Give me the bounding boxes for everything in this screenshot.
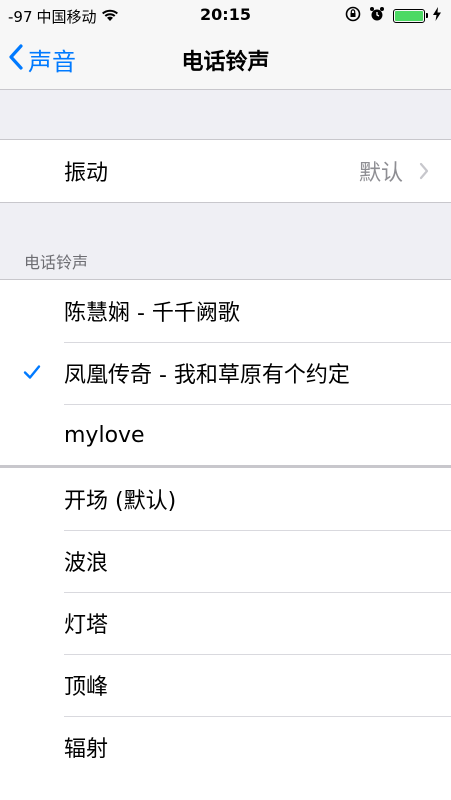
vibration-group: 振动 默认: [0, 139, 451, 203]
vibration-cell[interactable]: 振动 默认: [0, 140, 451, 202]
ringtone-label: 灯塔: [64, 613, 109, 638]
ringtone-label: 辐射: [64, 737, 109, 762]
battery-level: [395, 11, 423, 21]
ringtone-item[interactable]: 波浪: [0, 530, 451, 592]
ringtone-label: mylove: [64, 422, 145, 448]
rotation-lock-icon: [345, 6, 361, 26]
battery-icon: [393, 9, 428, 23]
vibration-label: 振动: [64, 161, 109, 186]
navigation-bar: 声音 电话铃声: [0, 30, 451, 90]
ringtone-section-header: 电话铃声: [24, 253, 89, 272]
status-bar: -97 中国移动 20:15: [0, 0, 451, 30]
charging-icon: [433, 7, 441, 25]
ringtone-label: 陈慧娴 - 千千阙歌: [64, 301, 240, 326]
ringtone-screen: -97 中国移动 20:15 声音 电话铃声 振动 默认 电话铃声 陈慧娴 - …: [0, 0, 451, 800]
ringtone-label: 开场 (默认): [64, 489, 177, 514]
ringtone-item[interactable]: 顶峰: [0, 654, 451, 716]
ringtone-item[interactable]: 开场 (默认): [0, 468, 451, 530]
custom-ringtones-group: 陈慧娴 - 千千阙歌 凤凰传奇 - 我和草原有个约定 mylove: [0, 279, 451, 466]
ringtone-item-selected[interactable]: 凤凰传奇 - 我和草原有个约定: [0, 342, 451, 404]
ringtone-item[interactable]: 辐射: [0, 716, 451, 778]
page-title: 电话铃声: [181, 50, 270, 75]
builtin-ringtones-group: 开场 (默认) 波浪 灯塔 顶峰 辐射: [0, 468, 451, 800]
status-right: [345, 6, 441, 26]
checkmark-icon: [22, 362, 42, 386]
ringtone-item[interactable]: 灯塔: [0, 592, 451, 654]
ringtone-label: 凤凰传奇 - 我和草原有个约定: [64, 363, 350, 388]
ringtone-label: 顶峰: [64, 675, 109, 700]
chevron-right-icon: [419, 162, 429, 184]
ringtone-label: 波浪: [64, 551, 109, 576]
alarm-icon: [369, 6, 385, 26]
vibration-value: 默认: [358, 161, 403, 186]
ringtone-item[interactable]: 陈慧娴 - 千千阙歌: [0, 280, 451, 342]
ringtone-item[interactable]: mylove: [0, 404, 451, 466]
